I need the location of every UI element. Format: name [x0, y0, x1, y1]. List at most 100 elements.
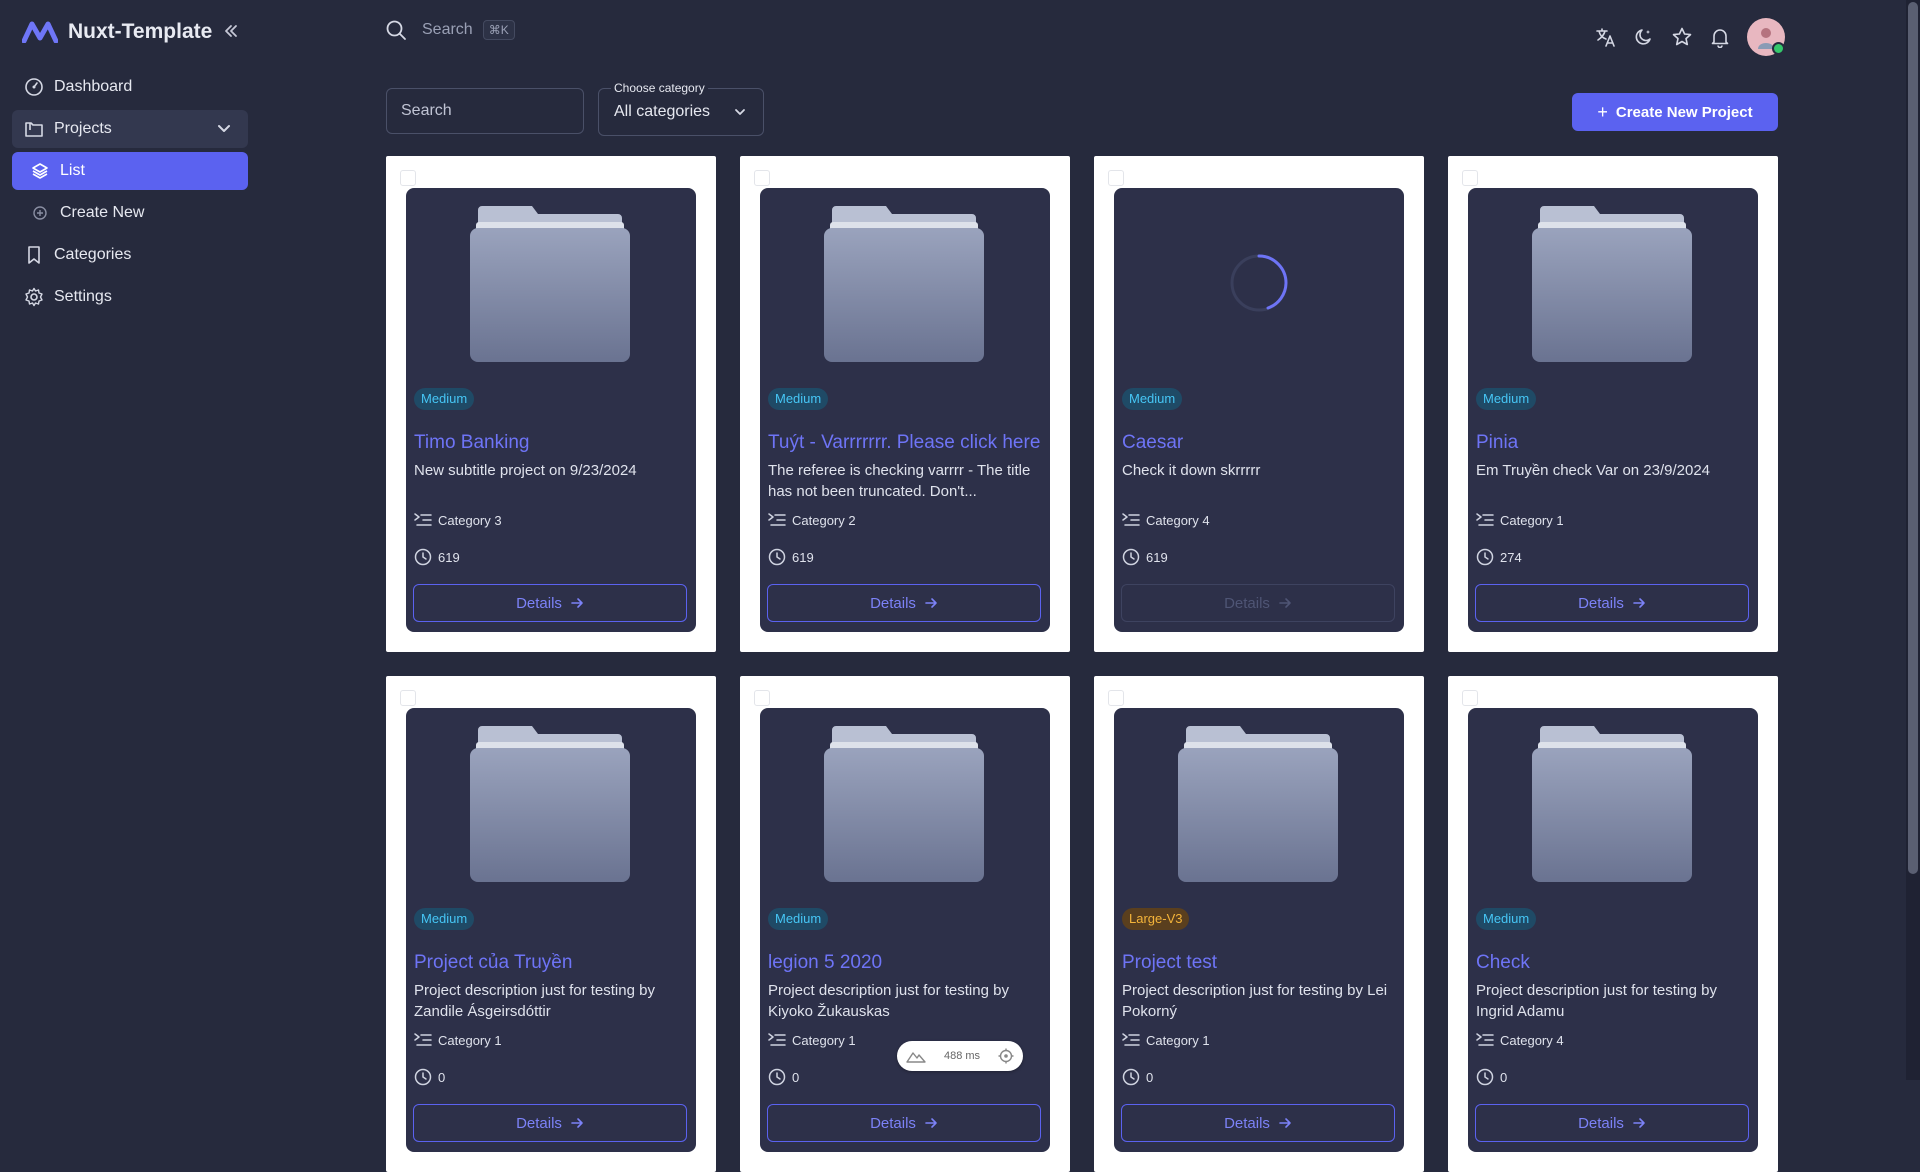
project-category: Category 4 [1122, 512, 1210, 528]
size-badge: Medium [414, 908, 475, 930]
details-button[interactable]: Details [1121, 1104, 1395, 1142]
translate-icon[interactable] [1595, 26, 1617, 48]
chevron-down-icon [216, 120, 232, 136]
sidebar-item-label: Categories [54, 246, 132, 263]
details-button[interactable]: Details [767, 584, 1041, 622]
select-checkbox[interactable] [754, 170, 770, 186]
project-category: Category 3 [414, 512, 502, 528]
project-title[interactable]: Check [1476, 952, 1758, 974]
sidebar-item-label: Dashboard [54, 78, 133, 95]
project-card: Medium Pinia Em Truyền check Var on 23/9… [1448, 156, 1778, 652]
details-label: Details [870, 594, 916, 612]
project-title[interactable]: Tuýt - Varrrrrrr. Please click here [768, 432, 1050, 454]
clock-icon [414, 1068, 438, 1086]
arrow-right-icon [1278, 596, 1292, 610]
project-title[interactable]: Project test [1122, 952, 1404, 974]
brand[interactable]: Nuxt-Template [22, 18, 212, 46]
category-list-icon [414, 1032, 438, 1048]
arrow-right-icon [1632, 596, 1646, 610]
project-title[interactable]: Pinia [1476, 432, 1758, 454]
count-text: 0 [1146, 1069, 1154, 1085]
details-button[interactable]: Details [767, 1104, 1041, 1142]
project-title[interactable]: legion 5 2020 [768, 952, 1050, 974]
project-search-input[interactable] [386, 88, 584, 134]
project-card-body: Medium Project của Truyền Project descri… [406, 708, 696, 1152]
page-scrollbar[interactable] [1906, 0, 1920, 1080]
collapse-sidebar-icon[interactable] [222, 22, 240, 40]
project-count: 274 [1476, 548, 1522, 566]
folder-icon [822, 722, 986, 886]
project-category: Category 1 [414, 1032, 502, 1048]
category-select[interactable]: Choose category All categories [598, 81, 764, 136]
clock-icon [1122, 548, 1146, 566]
details-button[interactable]: Details [413, 584, 687, 622]
select-checkbox[interactable] [1108, 170, 1124, 186]
project-title[interactable]: Project của Truyền [414, 952, 696, 974]
project-card-body: Large-V3 Project test Project descriptio… [1114, 708, 1404, 1152]
project-subtitle: Check it down skrrrrr [1122, 462, 1261, 479]
global-search[interactable]: Search ⌘K [384, 18, 515, 42]
scrollbar-thumb[interactable] [1908, 2, 1918, 874]
sidebar-item-categories[interactable]: Categories [12, 236, 248, 274]
sidebar-item-list[interactable]: List [12, 152, 248, 190]
avatar[interactable] [1747, 18, 1785, 56]
create-project-button[interactable]: + Create New Project [1572, 93, 1778, 131]
select-checkbox[interactable] [1462, 170, 1478, 186]
project-card-body: Medium Timo Banking New subtitle project… [406, 188, 696, 632]
topbar-actions [1595, 18, 1785, 56]
category-text: Category 4 [1500, 1032, 1564, 1048]
project-subtitle: New subtitle project on 9/23/2024 [414, 462, 637, 479]
arrow-right-icon [570, 596, 584, 610]
project-title[interactable]: Caesar [1122, 432, 1404, 454]
sidebar-item-settings[interactable]: Settings [12, 278, 248, 316]
category-text: Category 3 [438, 512, 502, 528]
details-button[interactable]: Details [1475, 1104, 1749, 1142]
size-badge: Large-V3 [1122, 908, 1190, 930]
shortcut-hint: ⌘K [482, 20, 515, 40]
category-text: Category 2 [792, 512, 856, 528]
details-button[interactable]: Details [1121, 584, 1395, 622]
dark-mode-icon[interactable] [1633, 26, 1655, 48]
project-title[interactable]: Timo Banking [414, 432, 696, 454]
sidebar-item-create-new[interactable]: Create New [12, 194, 248, 232]
plus-circle-icon [30, 203, 50, 223]
project-card-body: Medium legion 5 2020 Project description… [760, 708, 1050, 1152]
clock-icon [1122, 1068, 1146, 1086]
select-checkbox[interactable] [1108, 690, 1124, 706]
sidebar-item-projects[interactable]: Projects [12, 110, 248, 148]
gear-icon [24, 287, 44, 307]
sidebar: Nuxt-Template Dashboard Projects List Cr… [0, 0, 260, 1080]
size-badge: Medium [414, 388, 475, 410]
project-subtitle: Project description just for testing by … [1476, 982, 1717, 1020]
sidebar-item-label: Create New [60, 204, 145, 221]
project-card-body: Medium Check Project description just fo… [1468, 708, 1758, 1152]
count-text: 274 [1500, 549, 1522, 565]
details-button[interactable]: Details [413, 1104, 687, 1142]
select-checkbox[interactable] [1462, 690, 1478, 706]
select-checkbox[interactable] [754, 690, 770, 706]
select-checkbox[interactable] [400, 170, 416, 186]
category-select-value: All categories [614, 103, 711, 120]
details-button[interactable]: Details [1475, 584, 1749, 622]
category-list-icon [1122, 512, 1146, 528]
chevron-down-icon [733, 105, 747, 119]
select-checkbox[interactable] [400, 690, 416, 706]
count-text: 0 [1500, 1069, 1508, 1085]
category-list-icon [414, 512, 438, 528]
devtools-timing: 488 ms [943, 1050, 981, 1062]
bell-icon[interactable] [1709, 26, 1731, 48]
create-project-label: Create New Project [1615, 103, 1753, 121]
star-icon[interactable] [1671, 26, 1693, 48]
count-text: 619 [1146, 549, 1168, 565]
project-category: Category 1 [768, 1032, 856, 1048]
arrow-right-icon [924, 596, 938, 610]
clock-icon [768, 548, 792, 566]
sidebar-item-dashboard[interactable]: Dashboard [12, 68, 248, 106]
folder-icon [822, 202, 986, 366]
devtools-pill[interactable]: 488 ms [897, 1041, 1023, 1071]
count-text: 619 [792, 549, 814, 565]
category-text: Category 1 [792, 1032, 856, 1048]
arrow-right-icon [924, 1116, 938, 1130]
project-card: Medium Project của Truyền Project descri… [386, 676, 716, 1172]
clock-icon [768, 1068, 792, 1086]
